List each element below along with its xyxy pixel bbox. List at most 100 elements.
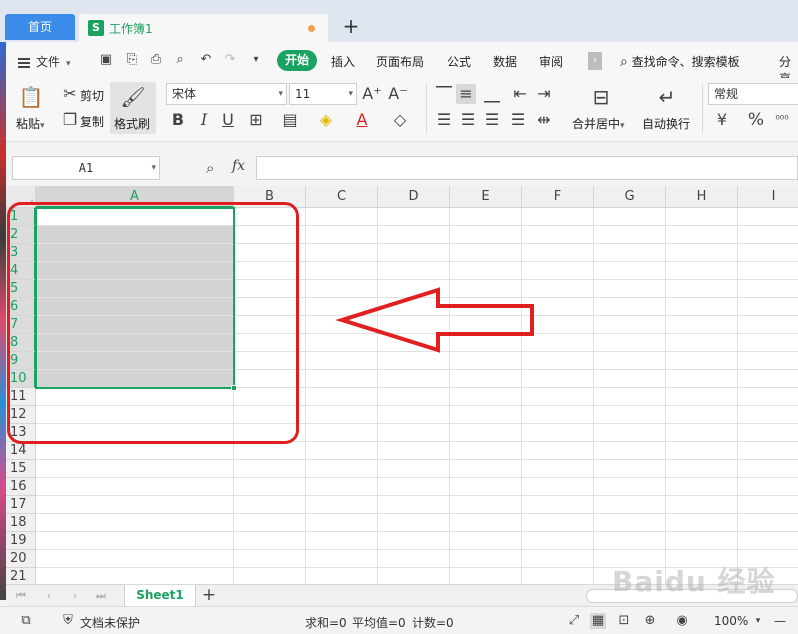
menu-tab-page-layout[interactable]: 页面布局 [376,53,424,70]
copy-icon[interactable]: ❐ [60,110,80,130]
row-header-14[interactable]: 14 [6,442,36,460]
print-preview-icon[interactable]: ⌕ [172,52,188,68]
chevron-down-icon: ▾ [348,89,353,99]
row-header-16[interactable]: 16 [6,478,36,496]
eye-protection-icon[interactable]: ◉ [674,613,690,629]
print-icon[interactable]: ⎙ [148,52,164,68]
row-header-15[interactable]: 15 [6,460,36,478]
formula-input[interactable] [256,156,798,180]
export-pdf-icon[interactable]: ⎘ [124,52,140,68]
paste-button[interactable]: 粘贴▾ [16,115,45,132]
zoom-out-button[interactable]: — [774,614,786,628]
borders-icon[interactable]: ⊞ [246,110,266,130]
name-box[interactable]: A1 ▾ [12,156,160,180]
merge-center-button[interactable]: 合并居中▾ [572,115,625,132]
column-gridline [665,208,666,584]
row-header-20[interactable]: 20 [6,550,36,568]
chevron-down-icon[interactable]: ▾ [750,613,766,629]
menu-more-button[interactable]: › [588,52,602,70]
copy-button[interactable]: 复制 [80,113,104,130]
thousands-separator-button[interactable]: ⁰⁰⁰ [772,110,792,130]
increase-indent-icon[interactable]: ⇥ [534,84,554,104]
chevron-down-icon: ▾ [151,163,156,173]
menu-tab-start[interactable]: 开始 [277,50,317,71]
normal-view-icon[interactable]: ▦ [590,613,606,629]
align-middle-icon[interactable]: ≡ [456,84,476,104]
column-header-d[interactable]: D [378,186,450,208]
add-sheet-button[interactable]: + [200,585,218,607]
font-size-select[interactable]: 11 ▾ [289,83,357,105]
format-painter-button[interactable]: 格式刷 [114,115,150,132]
insert-function-button[interactable]: fx [232,158,245,174]
zoom-level[interactable]: 100% [714,614,748,628]
justify-icon[interactable]: ☰ [508,110,528,130]
distributed-align-icon[interactable]: ⇹ [534,110,554,130]
underline-button[interactable]: U [218,110,238,130]
macro-record-icon[interactable]: ⧉ [18,613,34,629]
fill-pattern-icon[interactable]: ▤ [280,110,300,130]
zoom-lookup-icon[interactable]: ⌕ [206,159,214,177]
fill-color-icon[interactable]: ◈ [316,110,336,130]
align-center-icon[interactable]: ☰ [458,110,478,130]
fullscreen-icon[interactable]: ⤢ [566,613,582,629]
row-header-21[interactable]: 21 [6,568,36,584]
menu-tab-review[interactable]: 审阅 [539,53,563,70]
redo-icon[interactable]: ↷ [222,52,238,68]
italic-button[interactable]: I [194,110,214,130]
font-size-value: 11 [295,87,311,101]
hamburger-icon [18,61,30,64]
grow-font-button[interactable]: A⁺ [362,84,382,104]
row-gridline [36,531,798,532]
save-icon[interactable]: ▣ [98,52,114,68]
column-header-i[interactable]: I [738,186,798,208]
wrap-text-button[interactable]: 自动换行 [642,115,690,132]
align-right-icon[interactable]: ☰ [482,110,502,130]
menu-tab-insert[interactable]: 插入 [331,53,355,70]
align-left-icon[interactable]: ☰ [434,110,454,130]
protection-status[interactable]: 文档未保护 [80,614,140,631]
last-sheet-icon[interactable]: ⏭ [94,588,108,604]
row-gridline [36,477,798,478]
font-name-select[interactable]: 宋体 ▾ [166,83,287,105]
column-header-c[interactable]: C [306,186,378,208]
column-gridline [737,208,738,584]
page-layout-view-icon[interactable]: ⊕ [642,613,658,629]
shrink-font-button[interactable]: A⁻ [388,84,408,104]
menu-tab-data[interactable]: 数据 [493,53,517,70]
page-break-view-icon[interactable]: ⊡ [616,613,632,629]
percent-button[interactable]: % [746,110,766,130]
decrease-indent-icon[interactable]: ⇤ [510,84,530,104]
font-color-icon[interactable]: A [352,110,372,130]
tab-workbook[interactable]: S 工作簿1 [79,14,328,42]
row-header-19[interactable]: 19 [6,532,36,550]
currency-icon[interactable]: ¥ [712,110,732,130]
align-bottom-icon[interactable]: ⎽ [482,84,502,104]
row-header-18[interactable]: 18 [6,514,36,532]
prev-sheet-icon[interactable]: ‹ [42,588,56,604]
align-top-icon[interactable]: ⎺ [434,84,454,104]
wrap-text-icon[interactable]: ↵ [654,84,680,110]
first-sheet-icon[interactable]: ⏮ [14,588,28,604]
file-menu[interactable]: 文件 ▾ [18,53,71,70]
column-header-e[interactable]: E [450,186,522,208]
command-search[interactable]: ⌕ 查找命令、搜索模板 [620,53,740,70]
menu-tab-formulas[interactable]: 公式 [447,53,471,70]
format-painter-icon[interactable]: 🖌 [120,84,146,110]
undo-icon[interactable]: ↶ [198,52,214,68]
next-sheet-icon[interactable]: › [68,588,82,604]
scissors-icon[interactable]: ✂ [60,84,80,104]
cut-button[interactable]: 剪切 [80,87,104,104]
new-tab-button[interactable]: + [341,14,361,38]
clear-format-icon[interactable]: ◇ [390,110,410,130]
row-header-17[interactable]: 17 [6,496,36,514]
paste-icon[interactable]: 📋 [18,84,44,110]
column-header-h[interactable]: H [666,186,738,208]
bold-button[interactable]: B [168,110,188,130]
sheet-tab-sheet1[interactable]: Sheet1 [124,585,196,607]
number-format-select[interactable]: 常规 [708,83,798,105]
column-header-g[interactable]: G [594,186,666,208]
merge-center-icon[interactable]: ⊟ [588,84,614,110]
customize-toolbar-icon[interactable]: ▾ [248,52,264,68]
tab-home[interactable]: 首页 [5,14,75,40]
column-header-f[interactable]: F [522,186,594,208]
